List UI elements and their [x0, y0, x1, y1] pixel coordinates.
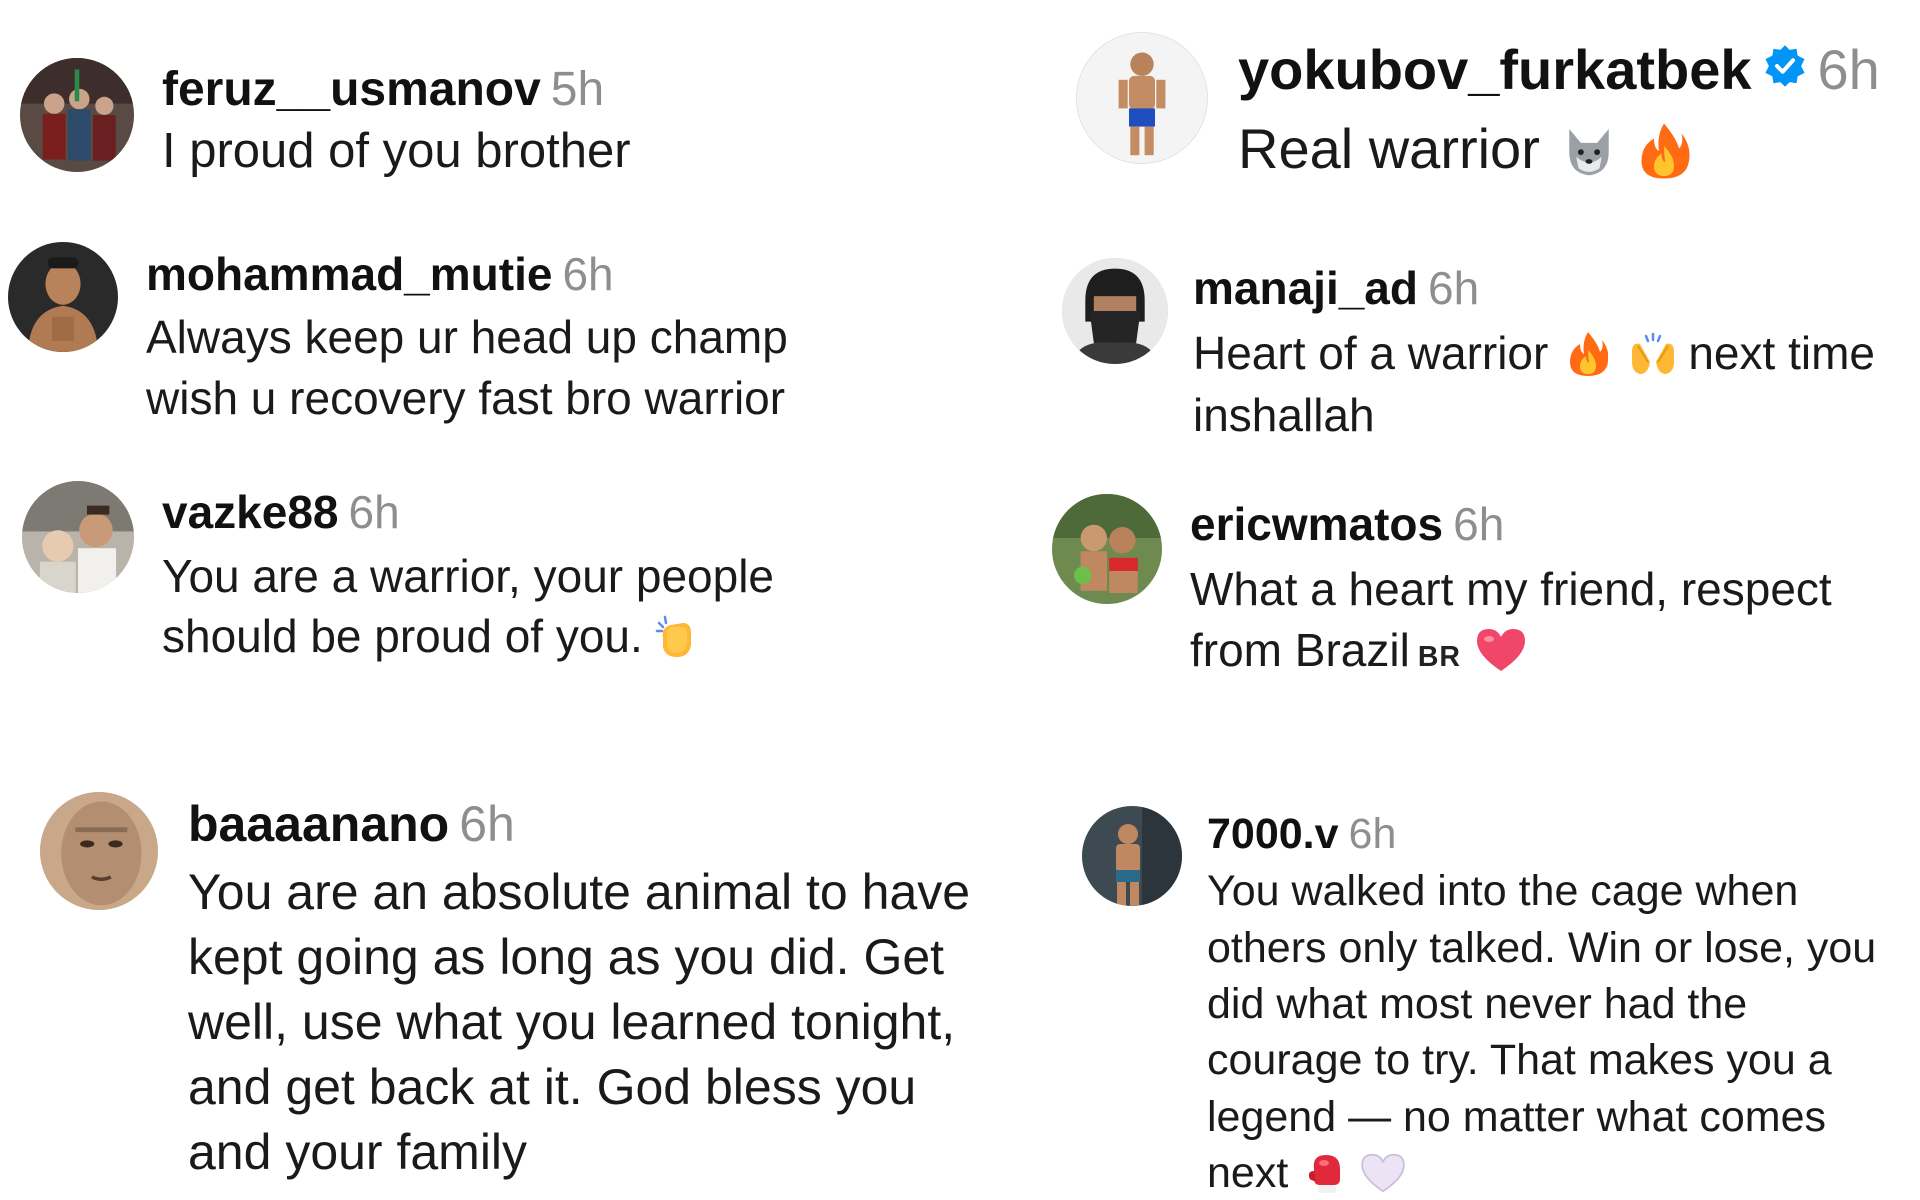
comment-line: What a heart my friend, respect — [1190, 562, 1832, 615]
comment-line: next — [1207, 1149, 1289, 1198]
comment-line: courage to try. That makes you a — [1207, 1036, 1832, 1085]
avatar[interactable] — [1052, 494, 1162, 604]
clapping-hands-emoji — [653, 613, 701, 661]
wolf-emoji — [1560, 122, 1618, 180]
comment-line: Heart of a warrior — [1193, 326, 1549, 379]
comment-line: You are an absolute animal to have — [188, 863, 971, 920]
fire-emoji — [1568, 330, 1609, 378]
timestamp: 6h — [1428, 262, 1480, 314]
comment-line: inshallah — [1193, 388, 1375, 441]
avatar[interactable] — [1082, 806, 1182, 906]
timestamp: 6h — [1348, 810, 1397, 858]
avatar[interactable] — [8, 242, 118, 352]
avatar[interactable] — [1062, 258, 1168, 364]
fire-emoji — [1638, 121, 1690, 181]
boxing-glove-emoji — [1306, 1151, 1346, 1195]
username[interactable]: feruz__usmanov — [162, 63, 541, 116]
raising-hands-emoji — [1628, 332, 1678, 376]
comment-text: You walked into the cage when others onl… — [1207, 863, 1917, 1200]
comment-line: did what most never had the — [1207, 980, 1748, 1029]
timestamp: 6h — [562, 248, 614, 300]
comment-line: You walked into the cage when — [1207, 867, 1799, 916]
comment-text: I proud of you brother — [162, 124, 631, 179]
comment-line: Always keep ur head up champ — [146, 310, 788, 363]
comment-text: You are an absolute animal to have kept … — [188, 860, 1008, 1185]
username[interactable]: vazke88 — [162, 486, 339, 538]
username[interactable]: mohammad_mutie — [146, 248, 552, 300]
comment-line: You are a warrior, your people — [162, 549, 775, 602]
username[interactable]: manaji_ad — [1193, 262, 1418, 314]
brazil-flag-text: BR — [1417, 640, 1461, 673]
avatar[interactable] — [1076, 32, 1208, 164]
avatar[interactable] — [20, 58, 134, 172]
comment-line: Real warrior — [1238, 117, 1540, 181]
comment-line: and get back at it. God bless you — [188, 1058, 917, 1115]
timestamp: 6h — [348, 486, 400, 538]
timestamp: 6h — [1453, 498, 1505, 550]
username[interactable]: 7000.v — [1207, 810, 1339, 858]
comment-line: from Brazil — [1190, 623, 1410, 676]
comment-line: legend — no matter what comes — [1207, 1092, 1827, 1141]
timestamp: 6h — [1817, 38, 1880, 101]
username[interactable]: baaaanano — [188, 796, 449, 852]
comment-text: Always keep ur head up champ wish u reco… — [146, 307, 846, 428]
comment-line: should be proud of you. — [162, 609, 643, 662]
username[interactable]: yokubov_furkatbek — [1238, 38, 1752, 101]
comment-text: You are a warrior, your people should be… — [162, 547, 862, 667]
timestamp: 5h — [550, 63, 605, 116]
comment-text: Real warrior — [1238, 114, 1918, 183]
comment-line: wish u recovery fast bro warrior — [146, 371, 786, 424]
comment-line: well, use what you learned tonight, — [188, 993, 956, 1050]
avatar[interactable] — [22, 481, 134, 593]
white-heart-emoji — [1360, 1153, 1406, 1193]
comment-line: others only talked. Win or lose, you — [1207, 923, 1877, 972]
comments-screenshot: feruz__usmanov 5h I proud of you brother … — [0, 0, 1920, 1200]
comment-text: What a heart my friend, respect from Bra… — [1190, 559, 1910, 680]
username[interactable]: ericwmatos — [1190, 498, 1443, 550]
comment-text: Heart of a warrior next time inshallah — [1193, 323, 1913, 446]
red-heart-emoji — [1475, 627, 1527, 673]
comment-line: and your family — [188, 1123, 528, 1180]
verified-badge-icon — [1762, 38, 1808, 102]
comment-line: kept going as long as you did. Get — [188, 928, 945, 985]
timestamp: 6h — [459, 796, 515, 852]
avatar[interactable] — [40, 792, 158, 910]
comment-line: next time — [1688, 326, 1875, 379]
